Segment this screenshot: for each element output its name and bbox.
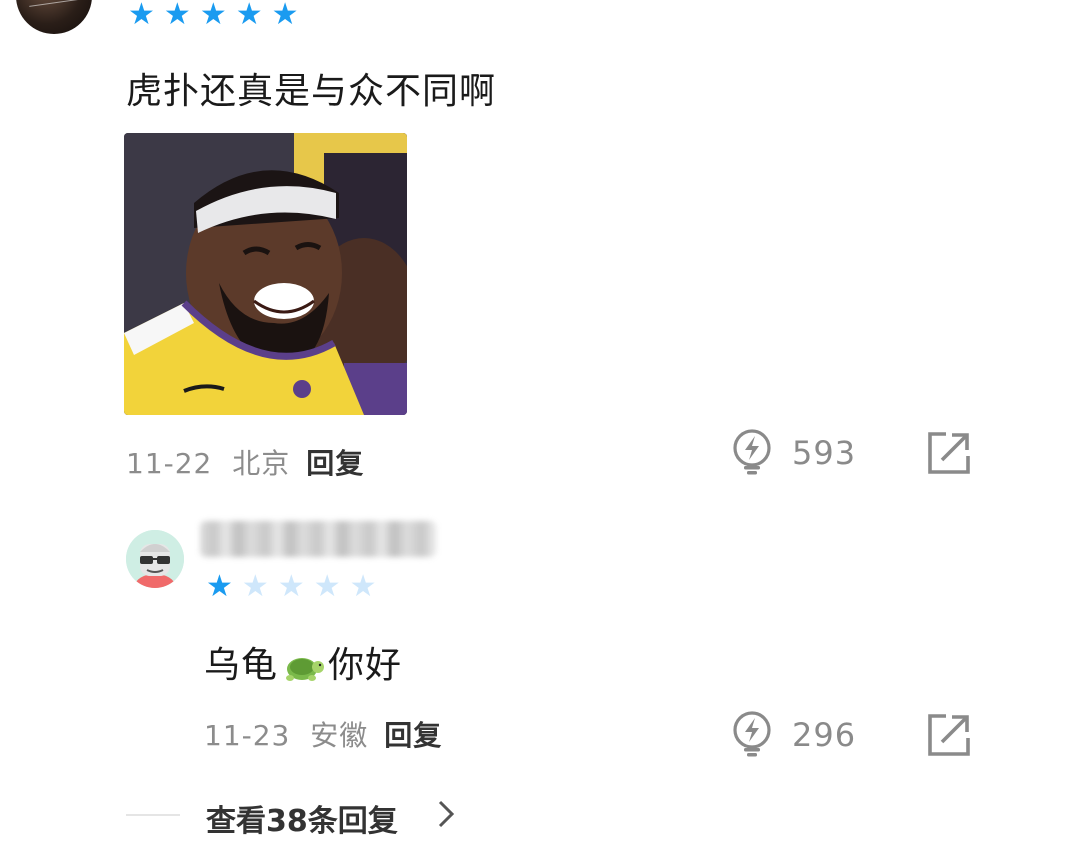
comment-meta: 11-23 安徽 回复 bbox=[204, 714, 442, 754]
reply-button[interactable]: 回复 bbox=[384, 719, 442, 752]
star-icon: ★ bbox=[235, 0, 263, 32]
star-icon: ★ bbox=[349, 569, 377, 604]
avatar[interactable] bbox=[16, 0, 92, 34]
share-icon bbox=[928, 714, 970, 756]
star-icon: ★ bbox=[271, 0, 299, 32]
share-icon bbox=[928, 432, 970, 474]
cartoon-avatar-image bbox=[126, 530, 184, 588]
blurred-username bbox=[200, 521, 436, 557]
share-button[interactable] bbox=[926, 712, 972, 762]
star-icon: ★ bbox=[128, 0, 155, 32]
comment-location: 安徽 bbox=[310, 719, 369, 752]
chevron-right-icon bbox=[438, 800, 455, 828]
comment-date: 11-22 bbox=[126, 447, 213, 480]
chevron-right-icon[interactable] bbox=[436, 798, 456, 838]
view-replies-link[interactable]: 查看38条回复 bbox=[206, 796, 398, 840]
divider bbox=[126, 814, 180, 816]
rating-stars: ★ ★ ★ ★ ★ bbox=[128, 0, 299, 30]
star-icon: ★ bbox=[277, 569, 305, 604]
lightning-bulb-icon bbox=[733, 429, 771, 475]
star-icon: ★ bbox=[241, 569, 269, 604]
star-icon: ★ bbox=[163, 0, 191, 32]
like-button[interactable] bbox=[730, 428, 774, 480]
lightning-bulb-icon bbox=[733, 711, 771, 757]
avatar[interactable] bbox=[126, 530, 184, 588]
like-count: 593 bbox=[792, 434, 857, 472]
comment-image[interactable] bbox=[124, 133, 407, 415]
like-count: 296 bbox=[792, 716, 857, 754]
like-button[interactable] bbox=[730, 710, 774, 762]
turtle-emoji-icon bbox=[286, 658, 325, 681]
avatar-signature bbox=[29, 0, 85, 21]
comment-location: 北京 bbox=[232, 447, 291, 480]
star-icon: ★ bbox=[206, 569, 233, 604]
star-icon: ★ bbox=[313, 569, 341, 604]
star-icon: ★ bbox=[199, 0, 227, 32]
comment-text: 乌龟 你好 bbox=[204, 636, 402, 688]
reply-button[interactable]: 回复 bbox=[306, 447, 364, 480]
laughing-player-image bbox=[124, 133, 407, 415]
comment-text-before: 乌龟 bbox=[204, 645, 279, 686]
share-button[interactable] bbox=[926, 430, 972, 480]
rating-stars: ★ ★ ★ ★ ★ bbox=[206, 572, 377, 602]
comment-text: 虎扑还真是与众不同啊 bbox=[126, 71, 497, 112]
comment-meta: 11-22 北京 回复 bbox=[126, 442, 364, 482]
comment-text-after: 你好 bbox=[328, 645, 403, 686]
comment-date: 11-23 bbox=[204, 719, 291, 752]
